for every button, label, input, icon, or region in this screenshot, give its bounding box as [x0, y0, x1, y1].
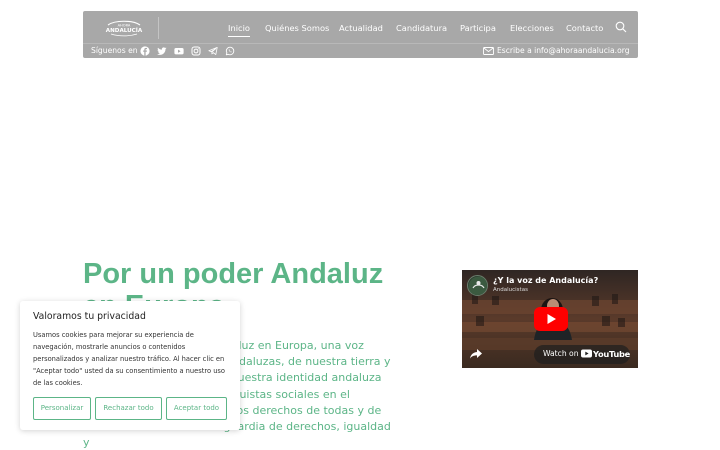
main-nav: Inicio Quiénes Somos Actualidad Candidat…	[83, 22, 638, 37]
video-title[interactable]: ¿Y la voz de Andalucía?	[493, 276, 598, 285]
customize-button[interactable]: Personalizar	[33, 397, 91, 420]
mail-icon	[483, 47, 494, 55]
youtube-logo-icon	[581, 349, 592, 358]
accept-all-button[interactable]: Aceptar todo	[166, 397, 227, 420]
cookie-consent-banner: Valoramos tu privacidad Usamos cookies p…	[20, 301, 240, 430]
headline-line-1: Por un poder Andaluz	[83, 258, 384, 290]
search-icon[interactable]	[615, 21, 627, 33]
youtube-embed[interactable]: ¿Y la voz de Andalucía? Andalucistas Wat…	[462, 270, 638, 368]
header-divider	[83, 43, 638, 44]
follow-label: Síguenos en	[91, 46, 138, 55]
reject-all-button[interactable]: Rechazar todo	[95, 397, 162, 420]
nav-item-inicio[interactable]: Inicio	[228, 22, 250, 37]
facebook-icon[interactable]	[140, 46, 150, 56]
youtube-wordmark: YouTube	[593, 348, 630, 359]
play-icon[interactable]	[534, 307, 568, 331]
channel-avatar[interactable]	[467, 275, 488, 296]
watch-on-youtube-button[interactable]: Watch on YouTube	[534, 345, 630, 364]
contact-email-link[interactable]: Escribe a info@ahoraandalucia.org	[497, 46, 630, 56]
nav-item-contacto[interactable]: Contacto	[566, 22, 603, 34]
nav-item-candidatura[interactable]: Candidatura	[396, 22, 447, 34]
video-channel[interactable]: Andalucistas	[493, 287, 528, 293]
whatsapp-icon[interactable]	[225, 46, 235, 56]
page: AHORA ANDALUCÍA Inicio Quiénes Somos Act…	[0, 0, 720, 450]
telegram-icon[interactable]	[208, 46, 218, 56]
nav-item-quienes-somos[interactable]: Quiénes Somos	[265, 22, 329, 34]
nav-item-actualidad[interactable]: Actualidad	[339, 22, 383, 34]
instagram-icon[interactable]	[191, 46, 201, 56]
cookie-title: Valoramos tu privacidad	[33, 311, 146, 322]
site-header: AHORA ANDALUCÍA Inicio Quiénes Somos Act…	[83, 11, 638, 58]
nav-item-participa[interactable]: Participa	[460, 22, 496, 34]
twitter-icon[interactable]	[157, 46, 167, 56]
cookie-description: Usamos cookies para mejorar su experienc…	[33, 331, 226, 387]
watch-on-label: Watch on	[543, 349, 579, 358]
share-icon[interactable]	[469, 348, 483, 360]
youtube-icon[interactable]	[174, 46, 184, 56]
nav-item-elecciones[interactable]: Elecciones	[510, 22, 554, 34]
